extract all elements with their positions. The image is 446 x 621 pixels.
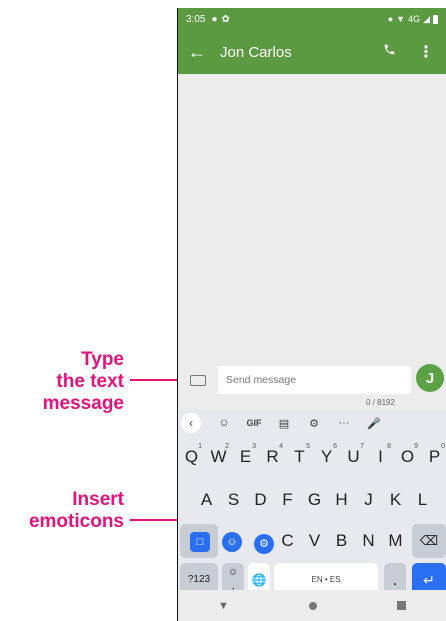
key-f[interactable]: F: [275, 483, 300, 517]
key-label: Q: [184, 447, 199, 466]
key-hint: 3: [252, 443, 256, 450]
key-label: U: [347, 447, 360, 466]
key-hint: 5: [306, 443, 310, 450]
emoji-shortcut-icon[interactable]: □: [190, 532, 210, 552]
signal-icon: ◢: [423, 13, 430, 24]
keyboard-row-2: A S D F G H J K L: [178, 483, 446, 521]
key-hint: 7: [360, 443, 364, 450]
key-label: W: [210, 447, 227, 466]
screenshot-stage: Type the text message Insert emoticons 3…: [0, 0, 446, 621]
key-j[interactable]: J: [356, 483, 381, 517]
key-label: I: [378, 447, 383, 466]
key-k[interactable]: K: [383, 483, 408, 517]
backspace-icon[interactable]: ⌫: [412, 524, 446, 558]
battery-icon: [433, 14, 438, 24]
key-m[interactable]: M: [383, 524, 408, 558]
key-v[interactable]: V: [302, 524, 327, 558]
nav-home-icon[interactable]: [308, 601, 317, 610]
more-horiz-button[interactable]: ···: [329, 417, 359, 429]
phone-screen: 3:05 ● ✿ ● ▼ 4G ◢ ← Jon Carlos ⋮ 0 / 819…: [177, 8, 446, 621]
callout-line-2: emoticons: [28, 511, 124, 532]
keyboard-row-1: Q1 W2 E3 R4 T5 Y6 U7 I8 O9 P0: [178, 440, 446, 478]
key-label: R: [266, 447, 279, 466]
smiley-icon[interactable]: ☺: [222, 532, 242, 552]
gear-icon[interactable]: ⚙: [299, 417, 329, 430]
call-icon[interactable]: [383, 43, 396, 61]
key-label: O: [400, 447, 415, 466]
key-label: E: [239, 447, 252, 466]
key-hint: 6: [333, 443, 337, 450]
notification-icon: ●: [211, 13, 218, 25]
gear-icon[interactable]: ⚙: [254, 534, 274, 554]
avatar[interactable]: J: [416, 364, 444, 392]
key-hint: 4: [279, 443, 283, 450]
nav-back-icon[interactable]: ▼: [218, 600, 229, 612]
key-l[interactable]: L: [410, 483, 435, 517]
key-d[interactable]: D: [248, 483, 273, 517]
more-vert-icon[interactable]: ⋮: [418, 42, 434, 62]
key-p[interactable]: P0: [422, 440, 446, 474]
key-b[interactable]: B: [329, 524, 354, 558]
callout-line-3: message: [42, 393, 124, 414]
keyboard-toolbar: ‹ ☺ GIF ▤ ⚙ ··· 🎤: [178, 410, 446, 436]
key-hint: 0: [441, 443, 445, 450]
callout-insert-emoticons: Insert emoticons: [0, 489, 124, 533]
microphone-icon[interactable]: 🎤: [359, 417, 389, 430]
vibrate-icon: ●: [387, 14, 394, 24]
key-t[interactable]: T5: [287, 440, 312, 474]
key-c[interactable]: C: [275, 524, 300, 558]
callout-type-text-message: Type the text message: [0, 349, 124, 415]
key-h[interactable]: H: [329, 483, 354, 517]
character-count: 0 / 8192: [366, 398, 395, 407]
contact-name: Jon Carlos: [220, 43, 292, 61]
key-g[interactable]: G: [302, 483, 327, 517]
status-icons: ● ▼ 4G ◢: [388, 14, 438, 25]
key-hint: 8: [387, 443, 391, 450]
key-y[interactable]: Y6: [314, 440, 339, 474]
settings-icon: ✿: [221, 13, 230, 25]
network-type: 4G: [408, 14, 421, 24]
conversation-area: [178, 74, 446, 370]
key-hint: 2: [225, 443, 229, 450]
attachment-icon[interactable]: [190, 375, 206, 386]
sticker-icon[interactable]: ☺: [209, 417, 239, 429]
key-hint: 1: [198, 443, 202, 450]
status-bar: 3:05 ● ✿ ● ▼ 4G ◢: [178, 8, 446, 30]
keyboard-row-3: □ ☺ ⚙ C V B N M ⌫: [178, 524, 446, 562]
key-label: Y: [320, 447, 333, 466]
app-bar: ← Jon Carlos ⋮: [178, 30, 446, 74]
key-label: P: [428, 447, 441, 466]
gif-button[interactable]: GIF: [239, 418, 269, 428]
status-time: 3:05: [186, 13, 206, 25]
key-label: T: [294, 447, 305, 466]
key-i[interactable]: I8: [368, 440, 393, 474]
nav-recents-icon[interactable]: [396, 601, 406, 610]
key-e[interactable]: E3: [233, 440, 258, 474]
key-w[interactable]: W2: [206, 440, 231, 474]
clipboard-icon[interactable]: ▤: [269, 417, 299, 430]
compose-bar: 0 / 8192 J: [178, 364, 446, 410]
key-s[interactable]: S: [221, 483, 246, 517]
key-o[interactable]: O9: [395, 440, 420, 474]
callout-line-2: the text: [56, 371, 124, 392]
callout-line-1: Type: [81, 349, 124, 370]
key-n[interactable]: N: [356, 524, 381, 558]
key-q[interactable]: Q1: [179, 440, 204, 474]
message-input[interactable]: [218, 366, 411, 394]
key-u[interactable]: U7: [341, 440, 366, 474]
key-hint: 9: [414, 443, 418, 450]
callout-line-1: Insert: [72, 489, 124, 510]
key-r[interactable]: R4: [260, 440, 285, 474]
system-nav-bar: ▼: [178, 590, 446, 621]
on-screen-keyboard: ‹ ☺ GIF ▤ ⚙ ··· 🎤 Q1 W2 E3 R4 T5 Y6 U7 I…: [178, 410, 446, 597]
back-arrow-icon[interactable]: ←: [188, 42, 206, 63]
key-a[interactable]: A: [194, 483, 219, 517]
wifi-icon: ▼: [396, 14, 406, 24]
